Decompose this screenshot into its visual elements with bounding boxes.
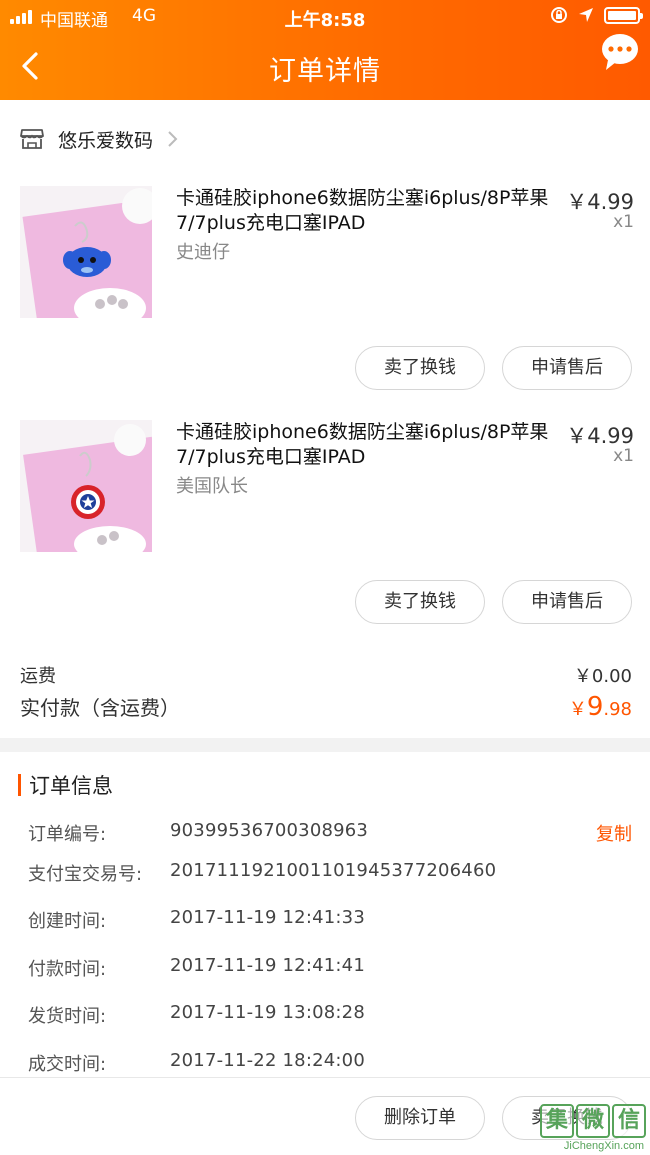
product-quantity: x1 [613,446,634,466]
order-item[interactable]: 卡通硅胶iphone6数据防尘塞i6plus/8P苹果7/7plus充电口塞IP… [0,186,650,390]
paid-amount: ￥9.98 [569,692,632,722]
product-photo-stitch [20,186,152,318]
info-key: 付款时间: [28,959,107,980]
chevron-right-icon [168,131,178,147]
app-header: 中国联通 4G 上午8:58 订单详情 [0,0,650,100]
watermark-domain: JiChengXin.com [563,1140,644,1152]
info-row-created: 创建时间: 2017-11-19 12:41:33 [28,907,632,932]
info-key: 支付宝交易号: [28,864,143,885]
location-icon [579,8,593,22]
paid-amount-integer: 9 [586,692,604,722]
status-icons [550,6,643,24]
product-variant: 美国队长 [176,476,248,497]
shipping-value: ￥0.00 [573,666,632,687]
paid-currency: ￥ [568,699,587,720]
alipay-trade-number: 2017111921001101945377206460 [170,860,497,881]
product-variant: 史迪仔 [176,242,230,263]
paid-time: 2017-11-19 12:41:41 [170,955,365,976]
after-sale-button[interactable]: 申请售后 [502,346,632,390]
info-row-completed: 成交时间: 2017-11-22 18:24:00 [28,1050,632,1075]
product-quantity: x1 [613,212,634,232]
info-key: 订单编号: [28,824,107,845]
chat-bubble-icon[interactable] [600,32,640,72]
shop-name: 悠乐爱数码 [58,129,154,152]
info-key: 发货时间: [28,1006,107,1027]
order-item[interactable]: 卡通硅胶iphone6数据防尘塞i6plus/8P苹果7/7plus充电口塞IP… [0,420,650,624]
product-image[interactable] [20,186,152,318]
after-sale-button[interactable]: 申请售后 [502,580,632,624]
delete-order-button[interactable]: 删除订单 [355,1096,485,1140]
product-photo-captain-america [20,420,152,552]
accent-bar [18,774,21,796]
product-title[interactable]: 卡通硅胶iphone6数据防尘塞i6plus/8P苹果7/7plus充电口塞IP… [176,420,554,470]
store-icon [20,129,44,149]
watermark-char: 微 [576,1104,610,1138]
section-divider [0,738,650,752]
shipping-row: 运费 ￥0.00 [20,662,632,688]
info-key: 创建时间: [28,911,107,932]
paid-amount-decimal: .98 [603,699,632,720]
completed-time: 2017-11-22 18:24:00 [170,1050,365,1071]
info-key: 成交时间: [28,1054,107,1075]
order-info-header: 订单信息 [18,772,113,798]
info-row-alipay-number: 支付宝交易号: 2017111921001101945377206460 [28,860,632,885]
watermark: 集 微 信 JiChengXin.com [532,1104,646,1152]
rotation-lock-icon [551,7,567,23]
shipping-label: 运费 [20,666,56,687]
watermark-logo: 集 微 信 [540,1104,646,1138]
product-image[interactable] [20,420,152,552]
shop-link[interactable]: 悠乐爱数码 [0,118,650,160]
paid-row: 实付款（含运费） ￥9.98 [20,692,632,722]
watermark-char: 信 [612,1104,646,1138]
shipped-time: 2017-11-19 13:08:28 [170,1002,365,1023]
product-title[interactable]: 卡通硅胶iphone6数据防尘塞i6plus/8P苹果7/7plus充电口塞IP… [176,186,554,236]
info-row-shipped: 发货时间: 2017-11-19 13:08:28 [28,1002,632,1027]
order-number[interactable]: 90399536700308963 [170,820,368,841]
copy-button[interactable]: 复制 [596,820,632,846]
sell-button[interactable]: 卖了换钱 [355,580,485,624]
battery-icon [604,6,643,24]
status-bar: 中国联通 4G 上午8:58 [0,6,650,31]
sell-button[interactable]: 卖了换钱 [355,346,485,390]
watermark-char: 集 [540,1104,574,1138]
info-row-paid: 付款时间: 2017-11-19 12:41:41 [28,955,632,980]
page-title: 订单详情 [269,56,381,87]
paid-label: 实付款（含运费） [20,696,180,720]
order-info-title: 订单信息 [29,774,113,798]
created-time: 2017-11-19 12:41:33 [170,907,365,928]
info-row-order-number: 订单编号: 90399536700308963 复制 [28,820,632,846]
